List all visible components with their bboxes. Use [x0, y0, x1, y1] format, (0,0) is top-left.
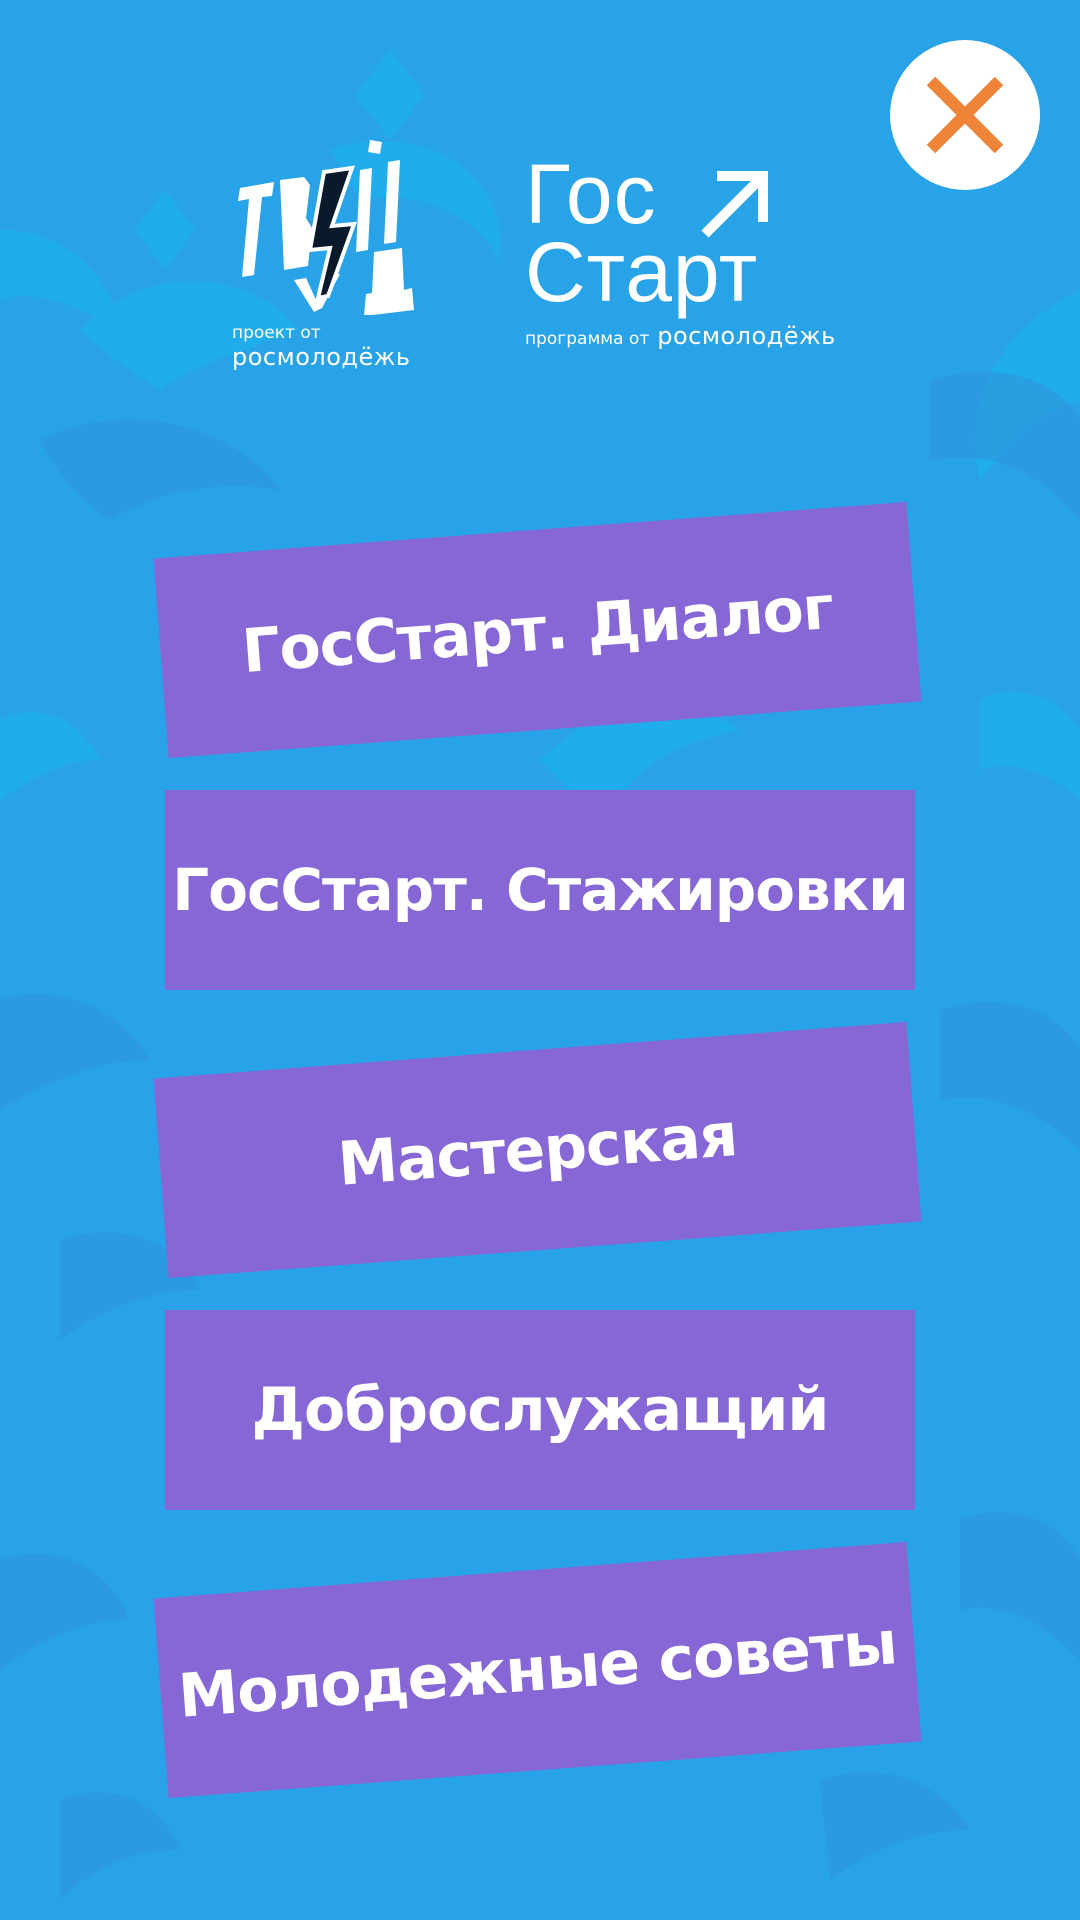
menu-button-label: Доброслужащий [251, 1375, 830, 1445]
menu-button-dobrosluzhashchiy[interactable]: Доброслужащий [165, 1310, 915, 1510]
gos-start-line2: Старт [525, 225, 759, 319]
gos-start-line1: Гос [525, 147, 657, 241]
tvoy-hod-wordmark [238, 140, 414, 316]
menu-button-label: Мастерская [335, 1100, 740, 1200]
menu-button-label: Молодежные советы [176, 1608, 899, 1732]
close-icon [926, 76, 1004, 154]
tvoy-hod-logo: проект от росмолодёжь [232, 140, 432, 390]
gos-start-brand: росмолодёжь [657, 322, 836, 350]
tvoy-hod-caption: проект от [232, 323, 321, 343]
menu-button-label: ГосСтарт. Стажировки [172, 856, 909, 924]
gos-start-logo: Гос Старт программа от росмолодёжь [525, 152, 850, 370]
tvoy-hod-brand: росмолодёжь [232, 343, 411, 371]
close-button[interactable] [890, 40, 1040, 190]
gos-start-caption: программа от [525, 329, 650, 349]
menu-button-gosstart-internships[interactable]: ГосСтарт. Стажировки [165, 790, 915, 990]
menu-button-label: ГосСтарт. Диалог [239, 572, 836, 688]
